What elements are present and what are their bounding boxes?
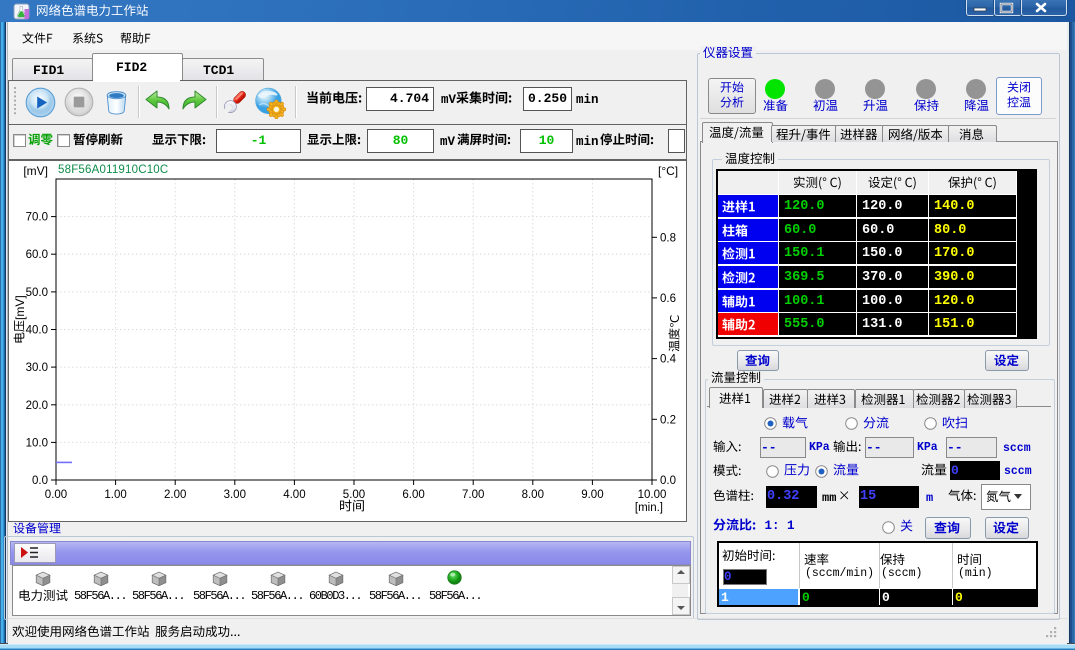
svg-text:20.0: 20.0 [26,400,48,412]
svg-text:2.00: 2.00 [164,489,186,501]
svg-text:0.0: 0.0 [660,475,676,487]
svg-text:0.2: 0.2 [660,414,676,426]
svg-text:58F56A011910C10C: 58F56A011910C10C [58,164,168,176]
svg-text:30.0: 30.0 [26,362,48,374]
svg-text:0.00: 0.00 [45,489,67,501]
svg-text:70.0: 70.0 [26,212,48,224]
svg-text:0.6: 0.6 [660,293,676,305]
svg-text:3.00: 3.00 [224,489,246,501]
svg-text:[min.]: [min.] [635,502,663,514]
svg-text:50.0: 50.0 [26,287,48,299]
svg-text:4.00: 4.00 [283,489,305,501]
svg-text:10.0: 10.0 [26,437,48,449]
svg-text:40.0: 40.0 [26,325,48,337]
svg-text:[mV]: [mV] [23,164,48,178]
svg-text:0.8: 0.8 [660,232,676,244]
svg-text:8.00: 8.00 [522,489,544,501]
svg-text:10.00: 10.00 [638,489,667,501]
svg-text:60.0: 60.0 [26,249,48,261]
svg-text:6.00: 6.00 [402,489,424,501]
svg-text:9.00: 9.00 [581,489,603,501]
svg-text:0.4: 0.4 [660,354,677,366]
svg-text:0.0: 0.0 [32,475,48,487]
svg-text:7.00: 7.00 [462,489,484,501]
svg-text:[°C]: [°C] [658,164,678,178]
svg-text:1.00: 1.00 [104,489,126,501]
